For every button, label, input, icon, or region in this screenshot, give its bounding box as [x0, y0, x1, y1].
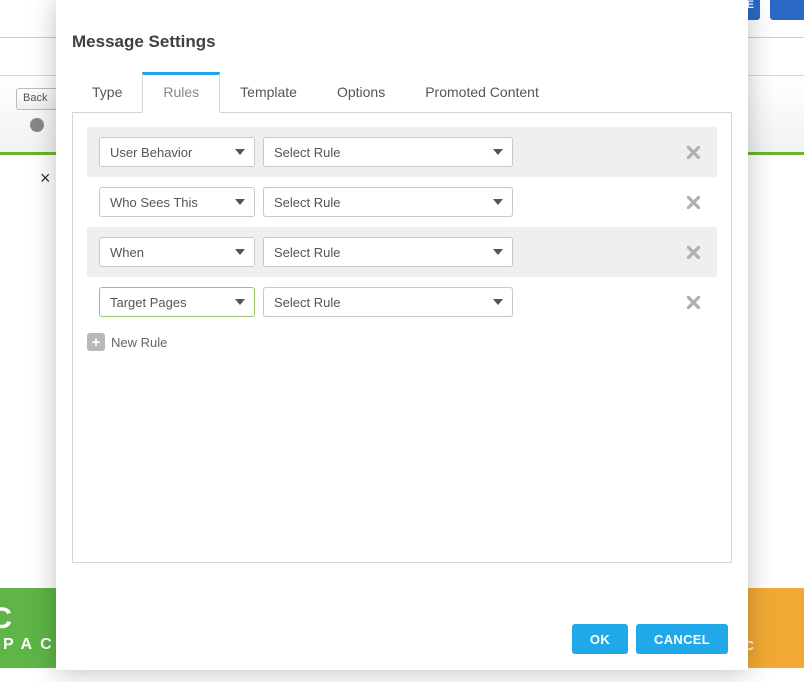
plus-icon: +	[87, 333, 105, 351]
chevron-down-icon	[230, 192, 250, 212]
rule-value-select[interactable]: Select Rule	[263, 237, 513, 267]
chevron-down-icon	[488, 292, 508, 312]
cancel-button[interactable]: CANCEL	[636, 624, 728, 654]
modal-tabs: Type Rules Template Options Promoted Con…	[72, 72, 732, 113]
tab-type[interactable]: Type	[72, 72, 142, 112]
rule-value: Select Rule	[274, 245, 340, 260]
rule-category-value: User Behavior	[110, 145, 192, 160]
rule-row: User Behavior Select Rule	[87, 127, 717, 177]
rules-panel: User Behavior Select Rule Who Sees This …	[72, 113, 732, 563]
chevron-down-icon	[230, 242, 250, 262]
rule-category-select[interactable]: When	[99, 237, 255, 267]
rule-category-select[interactable]: Target Pages	[99, 287, 255, 317]
delete-rule-button[interactable]	[681, 290, 705, 314]
rule-row: When Select Rule	[87, 227, 717, 277]
tab-promoted-content[interactable]: Promoted Content	[405, 72, 559, 112]
new-rule-label: New Rule	[111, 335, 167, 350]
chevron-down-icon	[488, 142, 508, 162]
rule-category-select[interactable]: Who Sees This	[99, 187, 255, 217]
rule-value: Select Rule	[274, 295, 340, 310]
rule-category-select[interactable]: User Behavior	[99, 137, 255, 167]
rule-value-select[interactable]: Select Rule	[263, 287, 513, 317]
tab-rules[interactable]: Rules	[142, 72, 220, 113]
rule-value: Select Rule	[274, 145, 340, 160]
rule-category-value: Target Pages	[110, 295, 187, 310]
delete-rule-button[interactable]	[681, 240, 705, 264]
new-rule-button[interactable]: + New Rule	[87, 327, 717, 351]
chevron-down-icon	[230, 142, 250, 162]
delete-rule-button[interactable]	[681, 190, 705, 214]
delete-rule-button[interactable]	[681, 140, 705, 164]
rule-row: Who Sees This Select Rule	[87, 177, 717, 227]
rule-category-value: Who Sees This	[110, 195, 198, 210]
ok-button[interactable]: OK	[572, 624, 628, 654]
modal-footer: OK CANCEL	[572, 624, 728, 654]
rule-value: Select Rule	[274, 195, 340, 210]
chevron-down-icon	[230, 292, 250, 312]
rule-category-value: When	[110, 245, 144, 260]
chevron-down-icon	[488, 242, 508, 262]
tab-options[interactable]: Options	[317, 72, 405, 112]
chevron-down-icon	[488, 192, 508, 212]
rule-row: Target Pages Select Rule	[87, 277, 717, 327]
message-settings-modal: Message Settings Type Rules Template Opt…	[56, 0, 748, 670]
rule-value-select[interactable]: Select Rule	[263, 187, 513, 217]
tab-template[interactable]: Template	[220, 72, 317, 112]
modal-title: Message Settings	[56, 0, 748, 72]
rule-value-select[interactable]: Select Rule	[263, 137, 513, 167]
